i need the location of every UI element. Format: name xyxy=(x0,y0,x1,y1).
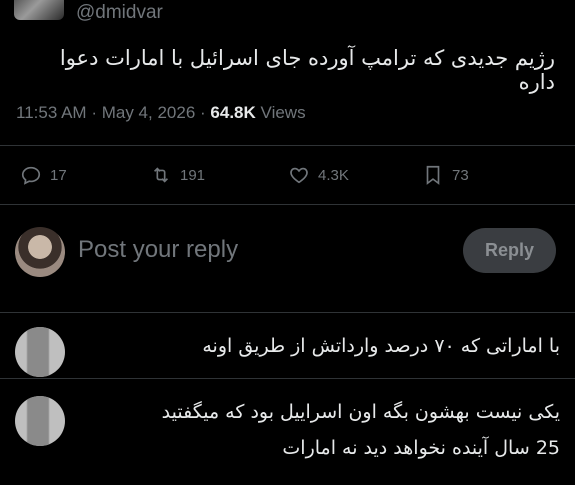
reply-icon xyxy=(21,166,41,185)
reply-count: 17 xyxy=(50,166,67,184)
blurred-avatar-image xyxy=(27,327,49,377)
tweet-text: رژیم جدیدی که ترامپ آورده جای اسرائیل با… xyxy=(59,46,555,94)
comment-text-line: 25 سال آینده نخواهد دید نه امارات xyxy=(282,437,560,459)
like-action[interactable]: 4.3K xyxy=(288,164,349,186)
comment-avatar[interactable] xyxy=(15,396,65,446)
comment-text: با اماراتی که ۷۰ درصد وارداتش از طریق او… xyxy=(202,335,560,357)
divider xyxy=(0,204,575,205)
current-user-avatar[interactable] xyxy=(15,227,65,277)
meta-separator: · xyxy=(200,103,206,122)
comment-text: یکی نیست بهشون بگه اون اسراییل بود که می… xyxy=(60,394,560,466)
comment-avatar[interactable] xyxy=(15,327,65,377)
author-handle[interactable]: @dmidvar xyxy=(76,2,163,24)
reply-button[interactable]: Reply xyxy=(463,228,556,273)
views-label: Views xyxy=(260,103,306,122)
views-count[interactable]: 64.8K xyxy=(210,103,255,122)
heart-icon xyxy=(290,167,308,184)
bookmark-icon xyxy=(426,165,440,185)
like-count: 4.3K xyxy=(318,166,349,184)
reply-input[interactable]: Post your reply xyxy=(78,236,238,264)
divider xyxy=(0,378,575,379)
author-avatar[interactable] xyxy=(14,0,64,20)
retweet-count: 191 xyxy=(180,166,206,184)
divider xyxy=(0,145,575,146)
retweet-icon xyxy=(153,167,169,183)
comment-text-line: یکی نیست بهشون بگه اون اسراییل بود که می… xyxy=(161,401,560,423)
meta-separator: · xyxy=(91,103,97,122)
retweet-action[interactable]: 191 xyxy=(150,164,205,186)
bookmark-count: 73 xyxy=(452,166,469,184)
bookmark-action[interactable]: 73 xyxy=(422,164,469,186)
reply-action[interactable]: 17 xyxy=(20,164,67,186)
blurred-avatar-image xyxy=(27,396,49,446)
tweet-meta: 11:53 AM · May 4, 2026 · 64.8K Views xyxy=(16,103,306,123)
tweet-time[interactable]: 11:53 AM xyxy=(16,103,87,122)
divider xyxy=(0,312,575,313)
tweet-date[interactable]: May 4, 2026 xyxy=(102,103,196,122)
